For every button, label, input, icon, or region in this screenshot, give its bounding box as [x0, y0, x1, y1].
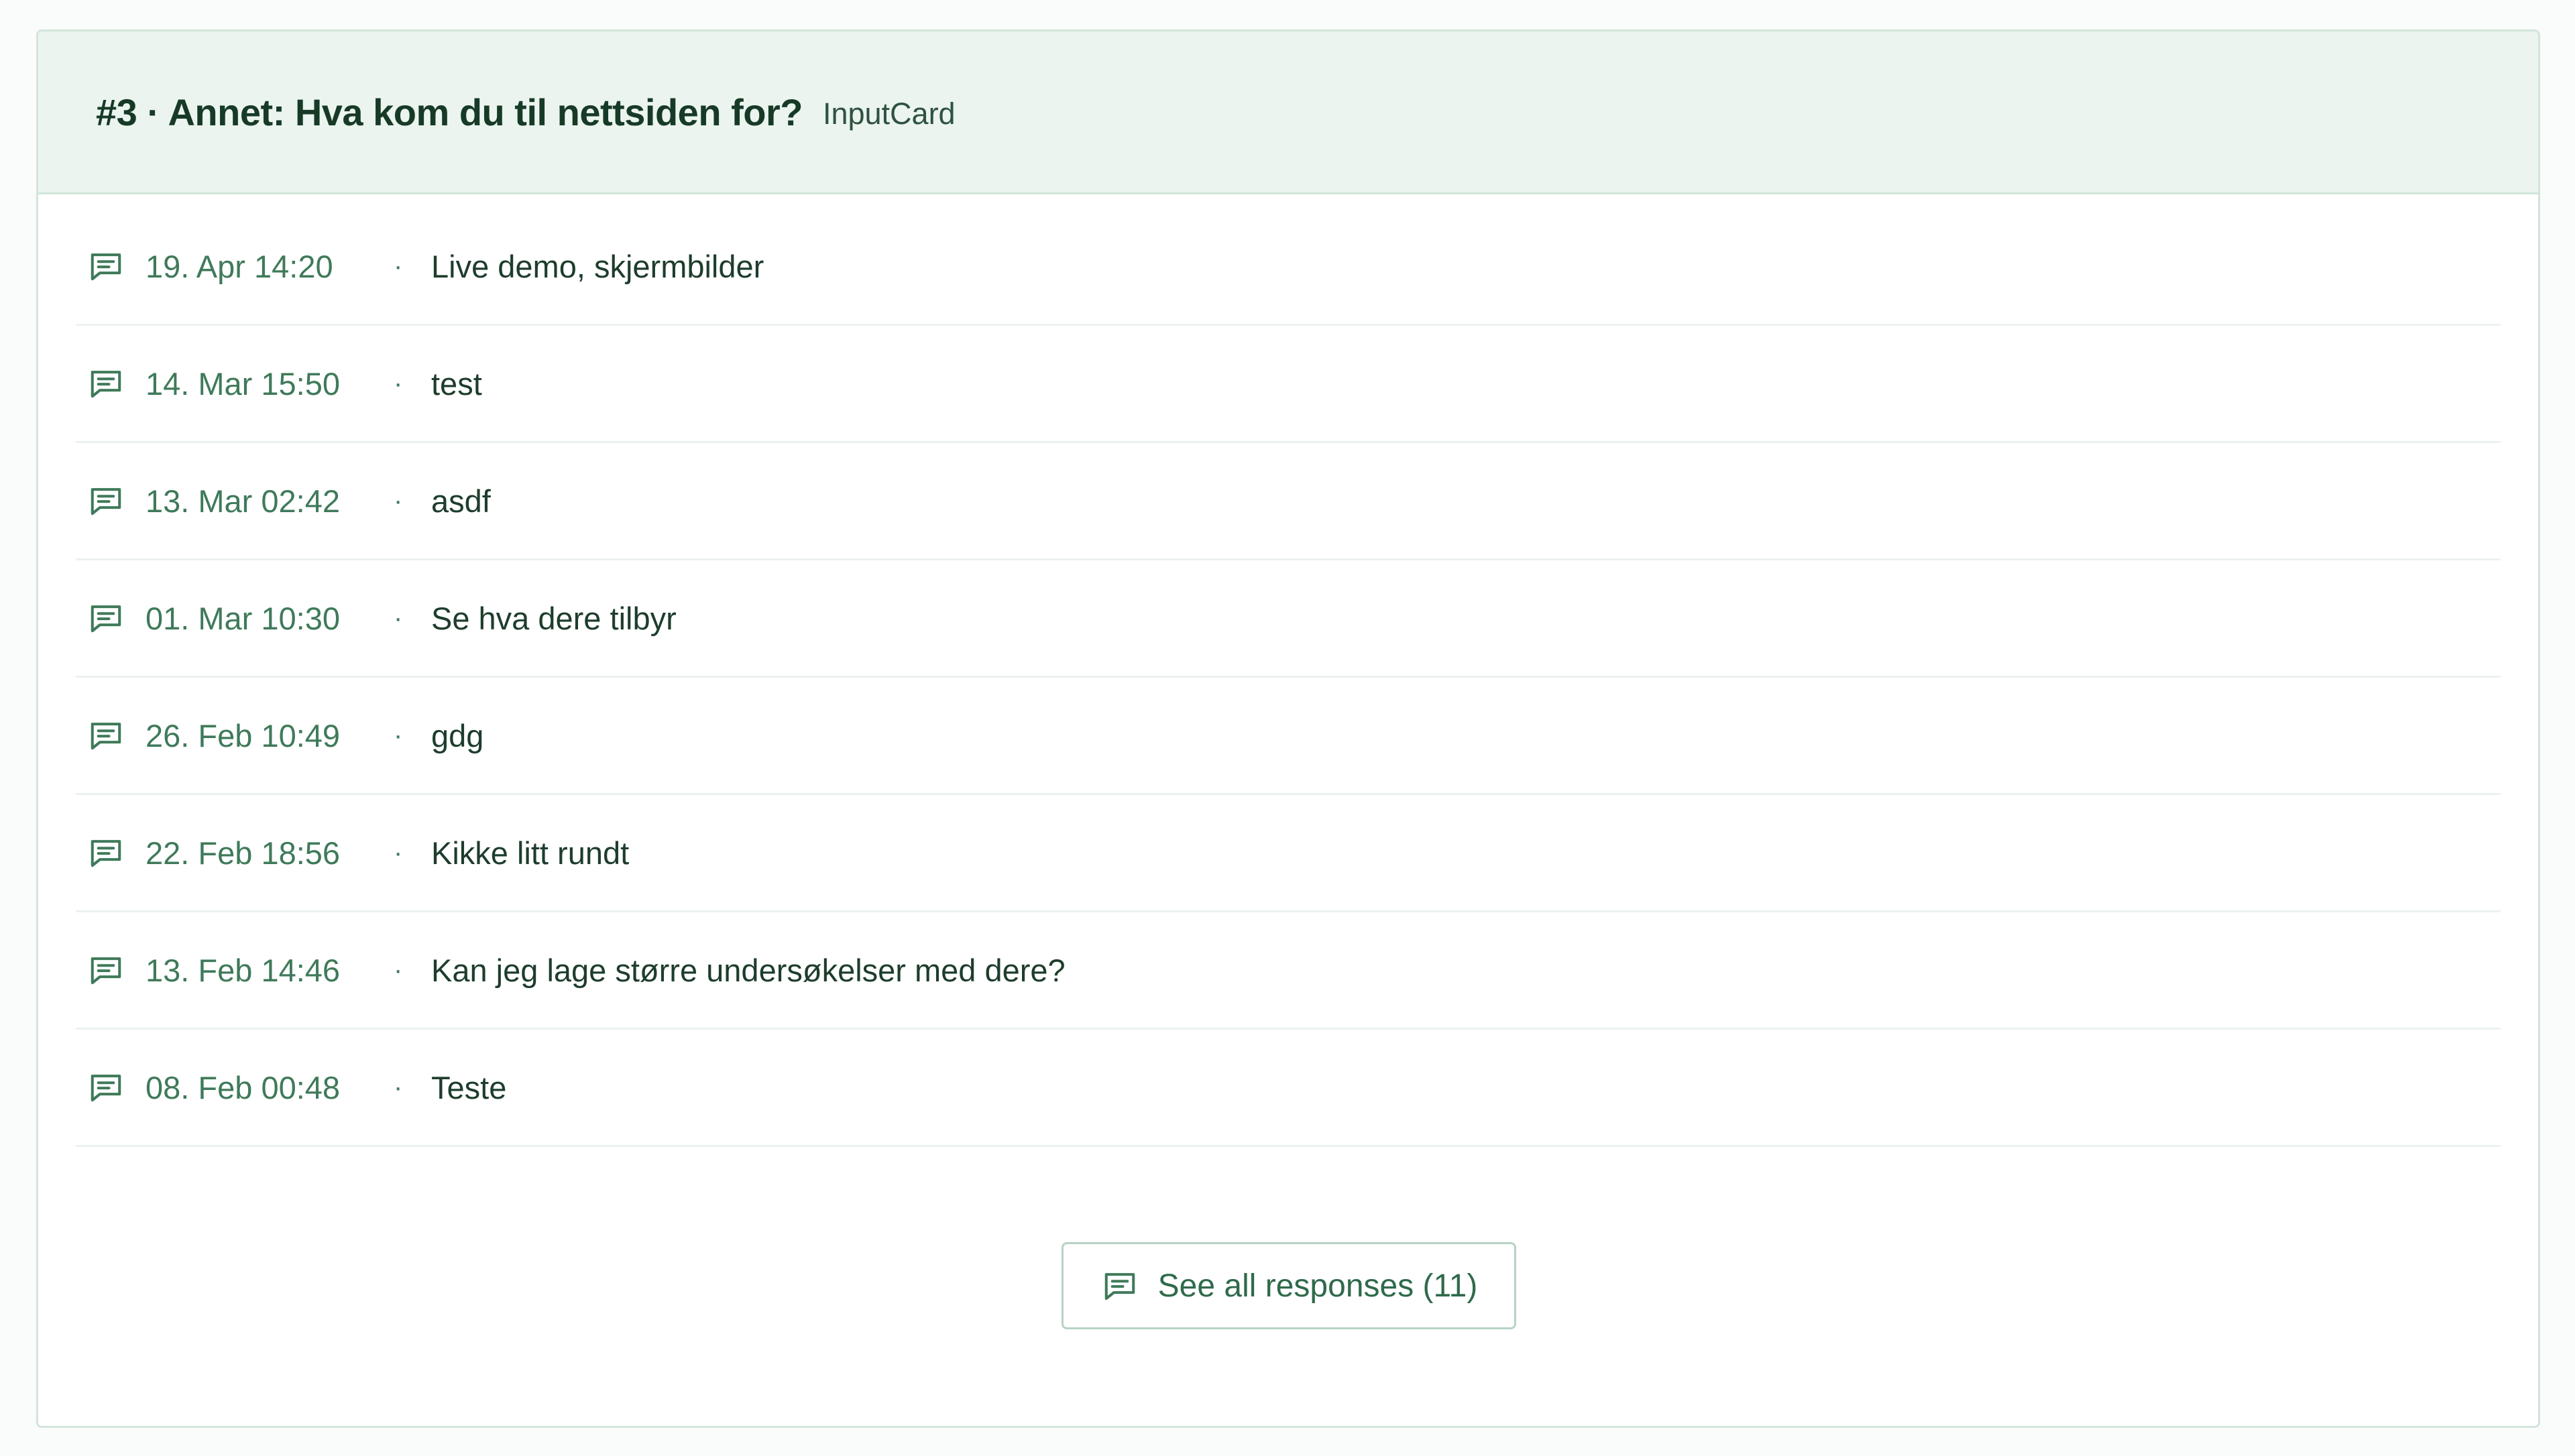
message-icon [87, 481, 125, 520]
response-row[interactable]: 19. Apr 14:20 · Live demo, skjermbilder [76, 208, 2501, 326]
separator-dot: · [394, 603, 403, 633]
response-date: 19. Apr 14:20 [146, 248, 333, 284]
separator-dot: · [394, 837, 403, 867]
input-card: #3 · Annet: Hva kom du til nettsiden for… [36, 29, 2540, 1428]
card-header: #3 · Annet: Hva kom du til nettsiden for… [38, 32, 2538, 194]
separator-dot: · [394, 485, 403, 515]
message-icon [87, 247, 125, 286]
response-date: 22. Feb 18:56 [146, 835, 341, 871]
separator-dot: · [394, 368, 403, 398]
see-all-responses-button[interactable]: See all responses (11) [1062, 1242, 1516, 1329]
response-text: asdf [431, 483, 491, 519]
see-all-responses-label: See all responses (11) [1157, 1268, 1478, 1304]
response-date: 13. Feb 14:46 [146, 952, 341, 988]
response-text: Kikke litt rundt [431, 835, 630, 871]
message-icon [87, 364, 125, 403]
response-row[interactable]: 13. Mar 02:42 · asdf [76, 443, 2501, 560]
card-title: #3 · Annet: Hva kom du til nettsiden for… [96, 90, 803, 133]
response-date: 14. Mar 15:50 [146, 365, 341, 402]
response-date: 26. Feb 10:49 [146, 717, 341, 753]
response-date: 08. Feb 00:48 [146, 1069, 341, 1105]
response-date: 01. Mar 10:30 [146, 600, 341, 636]
response-row[interactable]: 01. Mar 10:30 · Se hva dere tilbyr [76, 560, 2501, 678]
response-row[interactable]: 22. Feb 18:56 · Kikke litt rundt [76, 795, 2501, 912]
separator-dot: · [394, 251, 403, 281]
card-type-label: InputCard [822, 97, 956, 131]
message-icon [87, 599, 125, 638]
response-list: 19. Apr 14:20 · Live demo, skjermbilder 14.… [76, 208, 2501, 1147]
response-text: Teste [431, 1069, 507, 1105]
response-row[interactable]: 08. Feb 00:48 · Teste [76, 1030, 2501, 1147]
message-icon [1100, 1266, 1139, 1305]
separator-dot: · [394, 955, 403, 985]
message-icon [87, 951, 125, 989]
response-text: Kan jeg lage større undersøkelser med de… [431, 952, 1066, 988]
message-icon [87, 833, 125, 872]
response-text: Se hva dere tilbyr [431, 600, 677, 636]
response-text: test [431, 365, 482, 402]
response-row[interactable]: 26. Feb 10:49 · gdg [76, 678, 2501, 795]
separator-dot: · [394, 720, 403, 750]
response-row[interactable]: 13. Feb 14:46 · Kan jeg lage større unders… [76, 912, 2501, 1030]
separator-dot: · [394, 1072, 403, 1102]
message-icon [87, 716, 125, 755]
response-date: 13. Mar 02:42 [146, 483, 341, 519]
response-text: Live demo, skjermbilder [431, 248, 764, 284]
message-icon [87, 1068, 125, 1107]
response-text: gdg [431, 717, 484, 753]
response-row[interactable]: 14. Mar 15:50 · test [76, 326, 2501, 443]
